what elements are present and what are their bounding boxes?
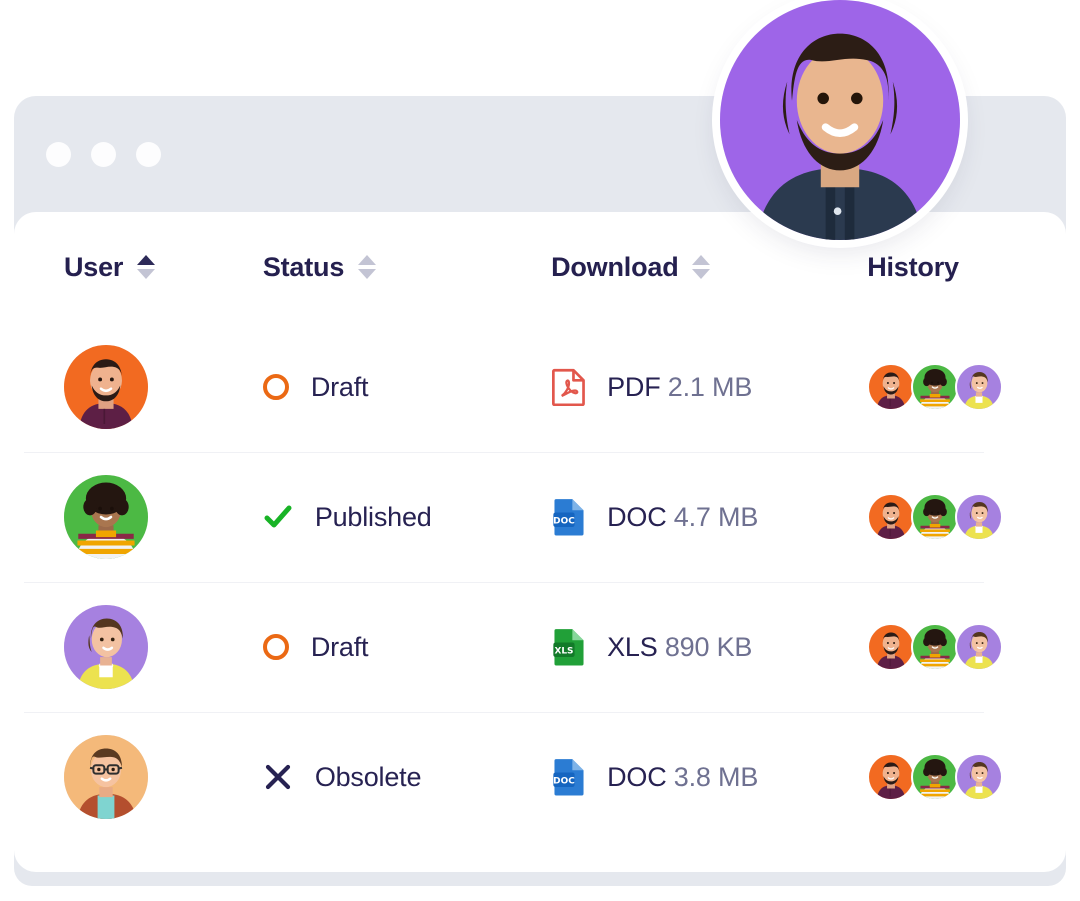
cell-download[interactable]: XLS 890 KB [551,628,867,666]
users-table: User Status Download History Draft PDF 2… [14,212,1066,842]
avatar[interactable] [955,493,1004,541]
status-label: Draft [310,371,369,402]
avatar[interactable] [911,493,960,541]
data-table-card: User Status Download History Draft PDF 2… [14,212,1066,872]
download-type: DOC [607,501,674,532]
cell-download[interactable]: DOC 4.7 MB [551,498,867,536]
doc-file-icon [551,498,587,536]
history-avatar-stack[interactable] [867,493,1004,541]
column-header-user-label: User [64,251,124,282]
sort-ascending-icon [137,255,156,265]
sort-ascending-icon [358,255,377,265]
column-header-user[interactable]: User [64,252,263,283]
cell-user [64,475,263,559]
avatar[interactable] [955,623,1004,671]
circle-outline-icon [262,374,289,400]
avatar[interactable] [867,753,916,801]
avatar[interactable] [64,735,148,819]
avatar[interactable] [911,753,960,801]
avatar[interactable] [64,475,148,559]
cell-download[interactable]: PDF 2.1 MB [551,368,867,406]
download-size: 3.8 MB [673,761,759,792]
download-size: 4.7 MB [673,501,759,532]
cell-history [867,623,1066,671]
sort-ascending-icon [692,255,711,265]
sort-descending-icon [358,269,377,279]
sort-toggle-download[interactable] [692,255,711,279]
cell-history [867,363,1066,411]
avatar[interactable] [955,363,1004,411]
column-header-download[interactable]: Download [551,252,867,283]
avatar[interactable] [867,363,916,411]
window-dot-minimize[interactable] [91,141,116,167]
avatar[interactable] [955,753,1004,801]
column-header-history-label: History [867,251,959,282]
cell-history [867,493,1066,541]
history-avatar-stack[interactable] [867,363,1004,411]
download-type: DOC [607,761,674,792]
cell-status: Draft [262,631,551,663]
sort-toggle-user[interactable] [137,255,156,279]
avatar[interactable] [911,363,960,411]
avatar[interactable] [867,493,916,541]
table-row[interactable]: Obsolete DOC 3.8 MB [14,712,1066,842]
column-header-status[interactable]: Status [263,252,551,283]
circle-outline-icon [262,634,289,660]
pdf-file-icon [551,368,587,406]
status-label: Draft [310,631,369,662]
profile-avatar[interactable] [720,0,960,240]
window-dot-close[interactable] [46,141,71,167]
sort-toggle-status[interactable] [358,255,377,279]
sort-descending-icon [692,269,711,279]
x-icon [265,764,290,790]
window-dot-maximize[interactable] [136,141,161,167]
avatar[interactable] [867,623,916,671]
history-avatar-stack[interactable] [867,753,1004,801]
cell-user [64,605,263,689]
history-avatar-stack[interactable] [867,623,1004,671]
cell-status: Obsolete [263,762,551,793]
cell-status: Draft [262,371,551,403]
screenshot-root: User Status Download History Draft PDF 2… [0,0,1080,901]
table-row[interactable]: Draft XLS 890 KB [14,582,1066,712]
download-type: PDF [607,371,668,402]
sort-descending-icon [137,269,156,279]
download-size: 890 KB [664,631,753,662]
xls-file-icon [551,628,587,666]
status-label: Obsolete [314,761,422,792]
check-icon [264,505,292,528]
cell-user [64,345,263,429]
avatar[interactable] [64,345,148,429]
cell-user [64,735,263,819]
download-size: 2.1 MB [667,371,753,402]
download-type: XLS [607,631,665,662]
status-label: Published [314,501,432,532]
column-header-status-label: Status [262,251,345,282]
table-row[interactable]: Published DOC 4.7 MB [14,452,1066,582]
cell-history [867,753,1066,801]
avatar[interactable] [911,623,960,671]
avatar[interactable] [64,605,148,689]
cell-status: Published [263,502,551,533]
cell-download[interactable]: DOC 3.8 MB [551,758,867,796]
table-header-row: User Status Download History [14,212,1066,322]
column-header-download-label: Download [551,251,679,282]
doc-file-icon [551,758,587,796]
table-row[interactable]: Draft PDF 2.1 MB [14,322,1066,452]
column-header-history: History [867,252,1066,283]
